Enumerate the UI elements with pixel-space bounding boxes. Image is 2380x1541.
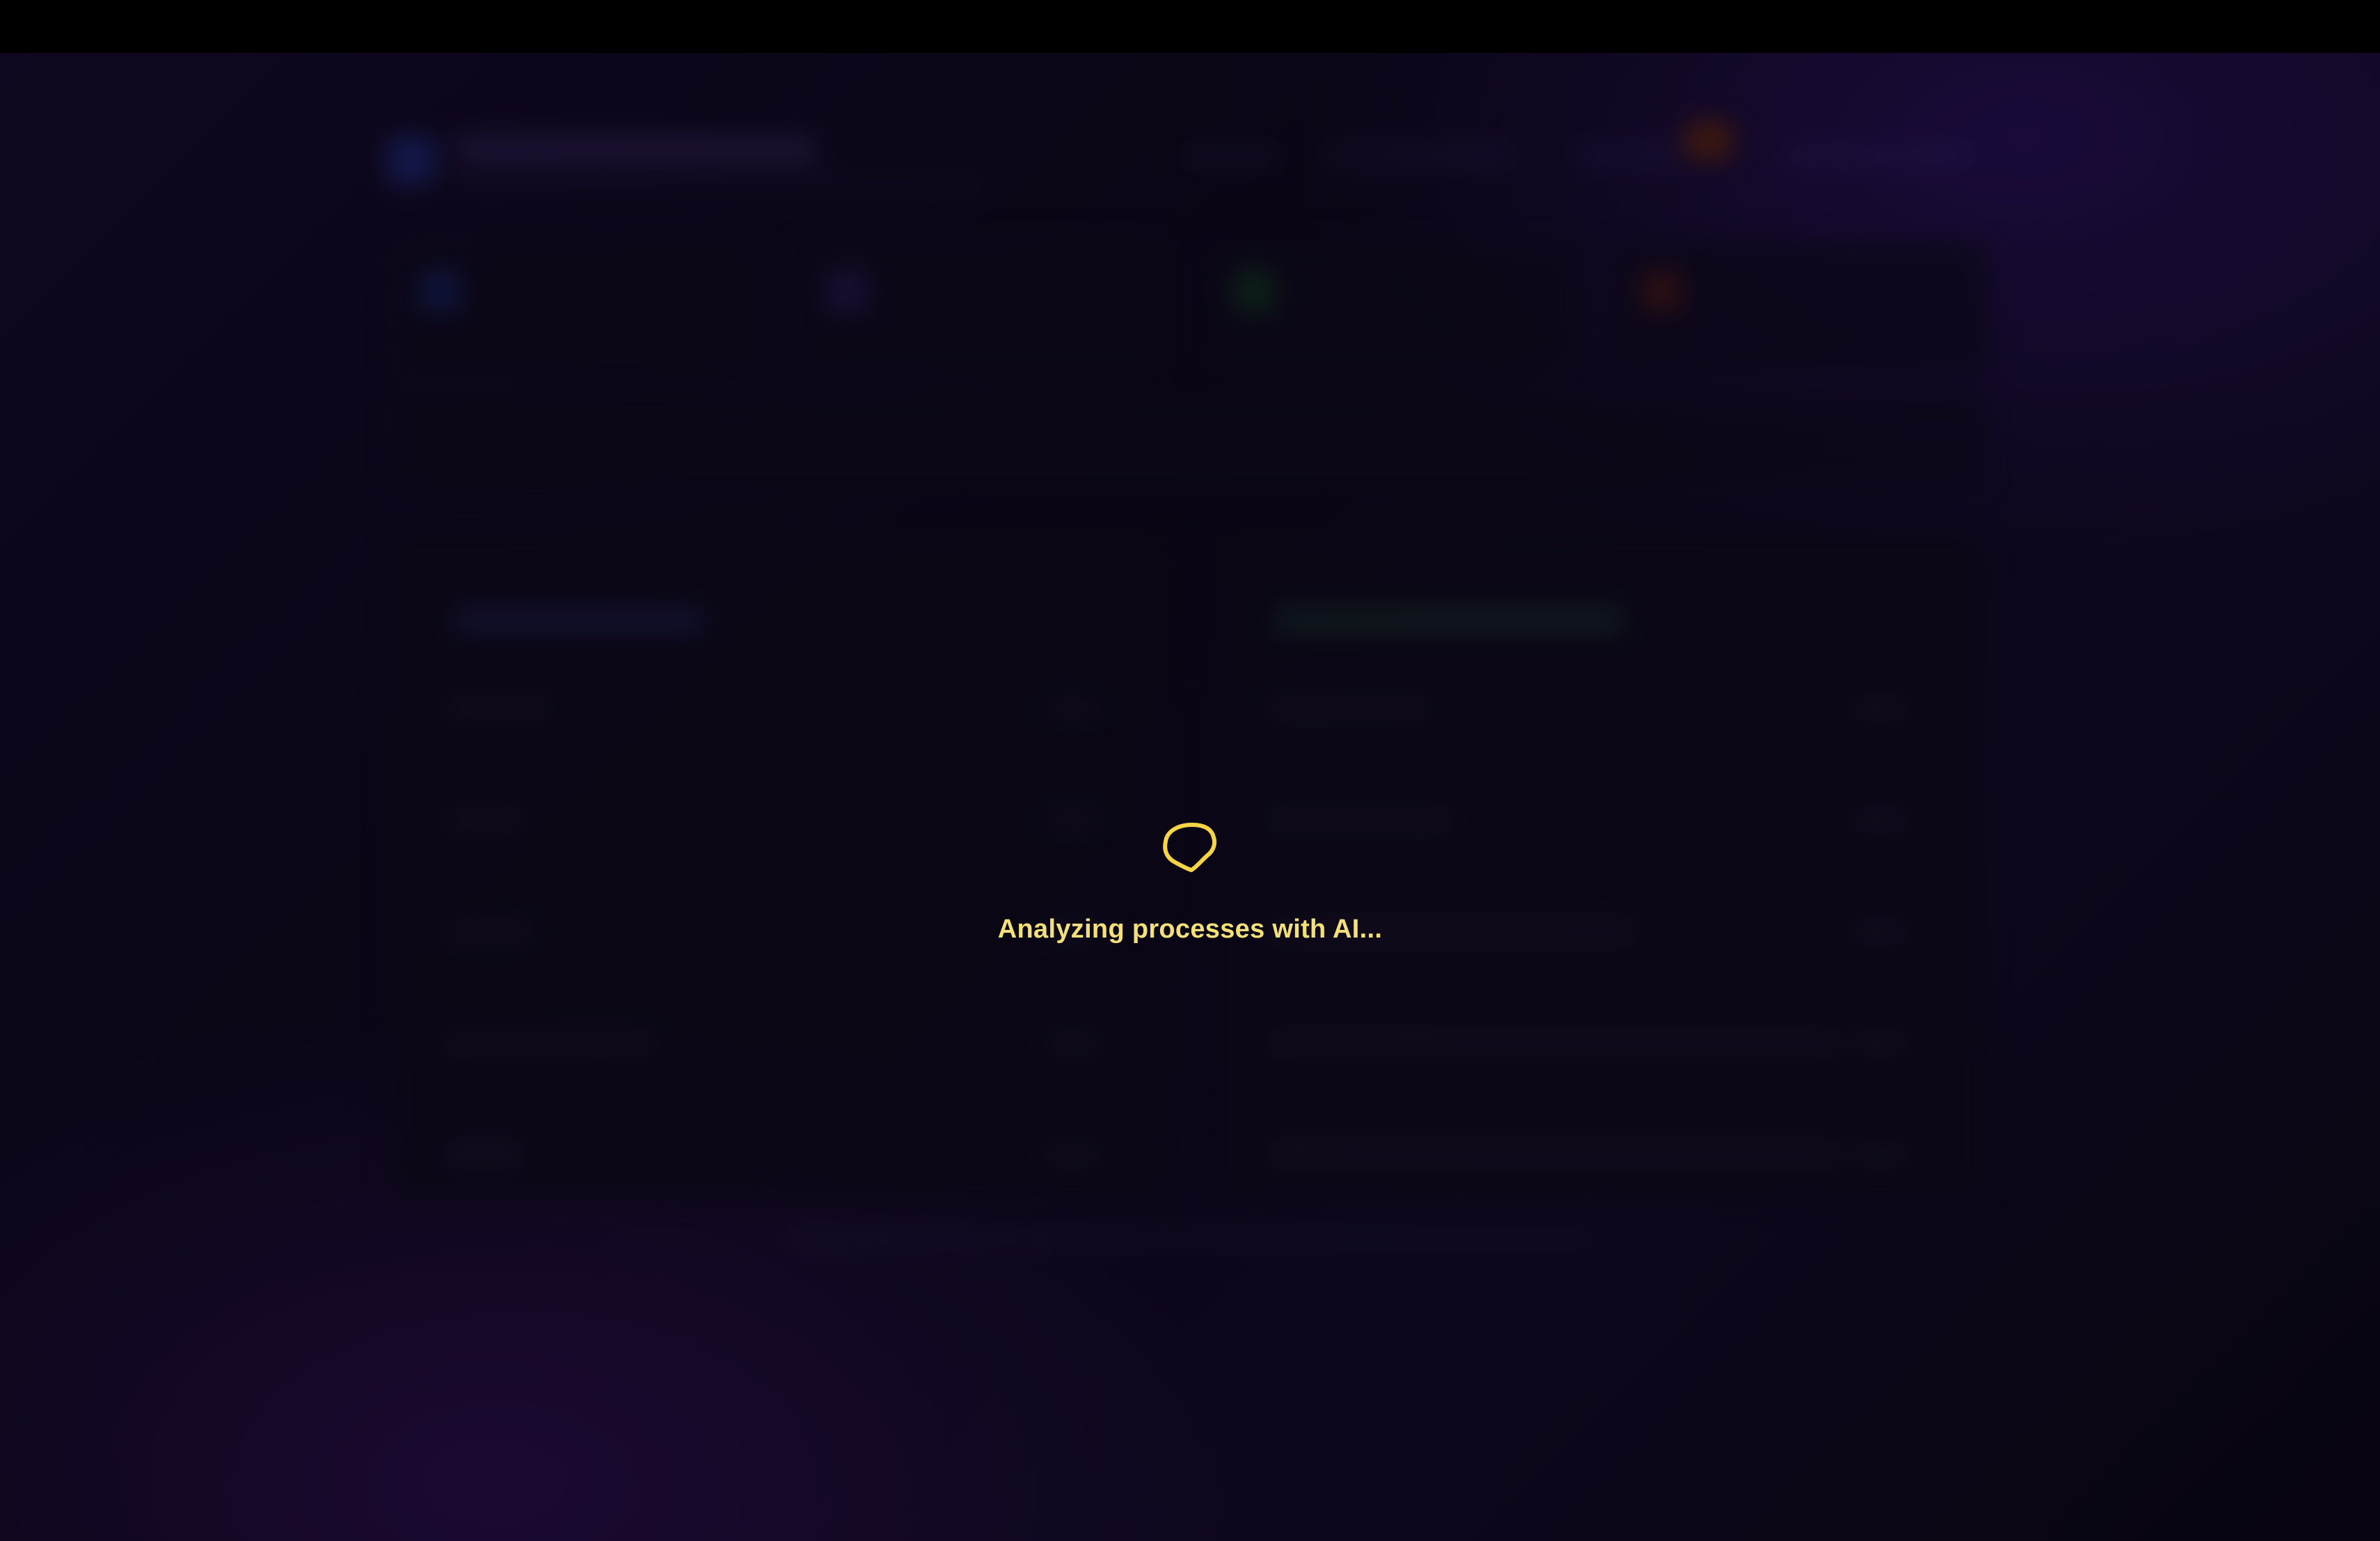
loading-message: Analyzing processes with AI... xyxy=(997,915,1383,944)
screen: Analyzing processes with AI... xyxy=(0,0,2380,1541)
loading-spinner-icon xyxy=(1159,819,1221,876)
top-bar xyxy=(0,0,2380,53)
loading-overlay: Analyzing processes with AI... xyxy=(0,53,2380,1541)
